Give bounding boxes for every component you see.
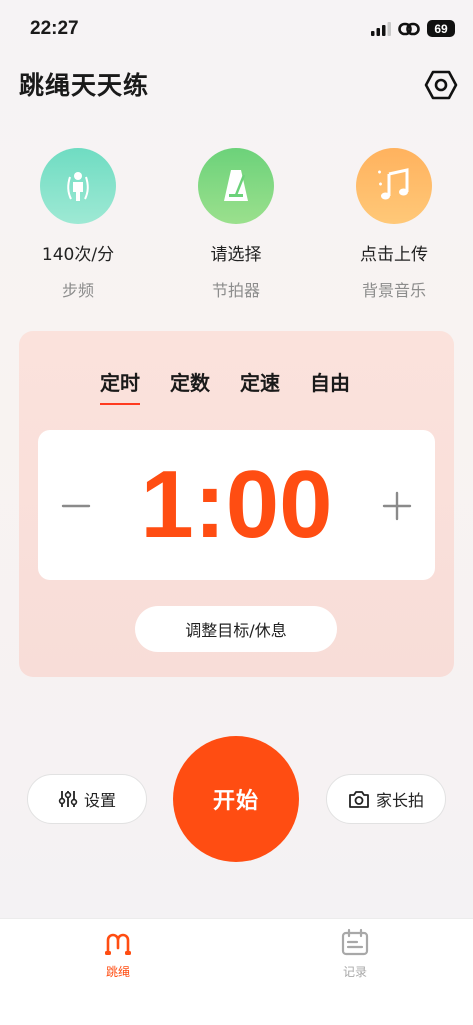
tool-music[interactable]: 点击上传 背景音乐 <box>324 148 464 301</box>
cadence-circle[interactable] <box>40 148 116 224</box>
adjust-target-rest-label: 调整目标/休息 <box>185 621 287 640</box>
increase-button[interactable] <box>381 490 413 522</box>
music-value: 点击上传 <box>360 245 428 265</box>
signal-icon <box>371 21 391 36</box>
metronome-label: 节拍器 <box>211 281 260 300</box>
cadence-value: 140次/分 <box>41 245 115 265</box>
tab-timed[interactable]: 定时 <box>100 367 140 405</box>
tool-cadence[interactable]: 140次/分 步频 <box>8 148 148 301</box>
music-note-icon <box>378 168 409 200</box>
page-title: 跳绳天天练 <box>19 71 150 100</box>
metronome-circle[interactable] <box>198 148 274 224</box>
metronome-icon <box>224 170 248 201</box>
tab-records[interactable]: 记录 <box>315 928 395 980</box>
settings-button[interactable]: 设置 <box>27 774 147 824</box>
calendar-record-icon <box>341 928 369 956</box>
cadence-label: 步频 <box>61 281 94 300</box>
status-time: 22:27 <box>30 18 79 39</box>
settings-label: 设置 <box>83 791 116 810</box>
start-button[interactable]: 开始 <box>173 736 299 862</box>
tab-count[interactable]: 定数 <box>170 367 210 396</box>
sliders-icon <box>58 791 78 807</box>
battery-indicator: 69 <box>427 20 455 37</box>
parent-photo-label: 家长拍 <box>375 791 424 810</box>
tool-metronome[interactable]: 请选择 节拍器 <box>166 148 306 301</box>
settings-hexagon-icon[interactable] <box>424 68 458 102</box>
jump-rope-icon <box>105 933 131 955</box>
start-label: 开始 <box>212 789 259 814</box>
tab-bar <box>0 918 473 1025</box>
status-icons: 69 <box>371 20 455 37</box>
tab-jump-rope-label: 跳绳 <box>105 965 130 979</box>
tab-free[interactable]: 自由 <box>310 367 350 396</box>
decrease-button[interactable] <box>60 490 92 522</box>
parent-photo-button[interactable]: 家长拍 <box>326 774 446 824</box>
metronome-value: 请选择 <box>210 245 262 265</box>
music-label: 背景音乐 <box>361 281 426 300</box>
link-icon <box>398 22 420 35</box>
tab-records-label: 记录 <box>342 965 367 979</box>
camera-icon <box>349 791 369 808</box>
mode-tabs: 定时 定数 定速 自由 <box>100 367 350 405</box>
music-circle[interactable] <box>356 148 432 224</box>
jump-rope-person-icon <box>67 172 89 201</box>
adjust-target-rest-button[interactable]: 调整目标/休息 <box>135 606 337 652</box>
tab-speed[interactable]: 定速 <box>240 367 280 396</box>
tab-jump-rope[interactable]: 跳绳 <box>78 928 158 980</box>
timer-value: 1:00 <box>140 451 333 558</box>
